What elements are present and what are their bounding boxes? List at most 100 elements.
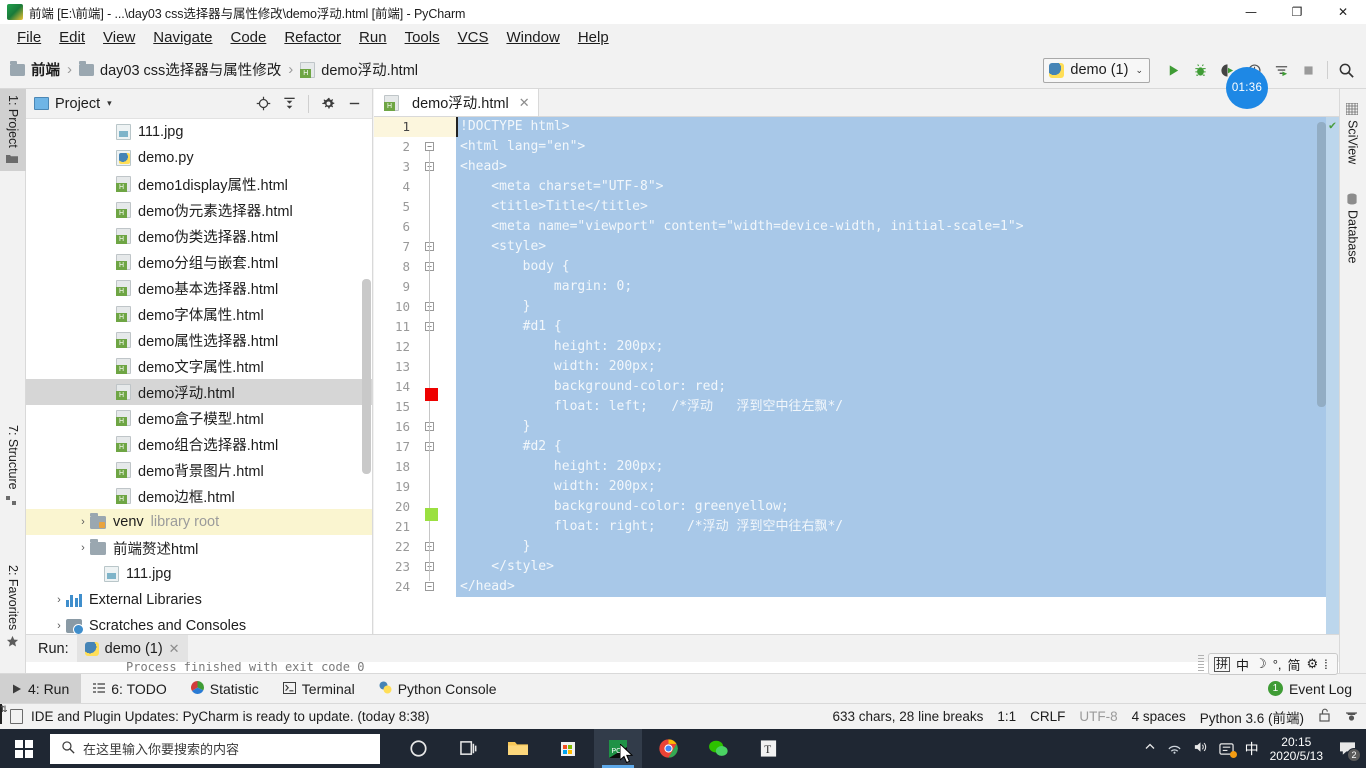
caret-position[interactable]: 1:1 (997, 709, 1016, 724)
notification-icon[interactable] (10, 709, 23, 724)
volume-icon[interactable] (1193, 740, 1208, 757)
ime-pinyin-icon[interactable]: 拼 (1214, 656, 1231, 672)
list-item[interactable]: › 前端赘述html (26, 535, 372, 561)
fold-marker[interactable]: − (425, 582, 434, 591)
chevron-down-icon[interactable]: ▾ (107, 98, 112, 109)
menu-run[interactable]: Run (350, 27, 396, 48)
run-button[interactable] (1160, 56, 1187, 84)
code-line[interactable]: float: right; /*浮动 浮到空中往右飘*/ (460, 517, 1339, 537)
hide-panel-icon[interactable] (342, 92, 366, 116)
list-item[interactable]: demo伪类选择器.html (26, 223, 372, 249)
start-button[interactable] (0, 729, 48, 768)
ime-moon-icon[interactable]: ☽ (1255, 656, 1267, 672)
menu-refactor[interactable]: Refactor (275, 27, 350, 48)
chevron-right-icon[interactable]: › (52, 620, 66, 632)
code-line[interactable]: !DOCTYPE html> (460, 117, 1339, 137)
list-item[interactable]: demo背景图片.html (26, 457, 372, 483)
code-line[interactable]: height: 200px; (460, 337, 1339, 357)
code-line[interactable]: height: 200px; (460, 457, 1339, 477)
unlock-icon[interactable] (1318, 708, 1331, 725)
python-interpreter[interactable]: Python 3.6 (前端) ⇅ (0, 704, 1304, 727)
tool-button-statistic[interactable]: Statistic (179, 674, 271, 704)
hector-icon[interactable] (1345, 708, 1358, 725)
code-line[interactable]: <head> (460, 157, 1339, 177)
sidebar-item-database[interactable]: Database (1339, 187, 1366, 270)
line-separator[interactable]: CRLF ⇅ (0, 704, 1065, 724)
fold-marker[interactable]: − (425, 142, 434, 151)
code-lines[interactable]: !DOCTYPE html> <html lang="en"> <head> <… (456, 117, 1339, 597)
chrome-icon[interactable] (644, 729, 692, 768)
collapse-all-icon[interactable] (277, 92, 301, 116)
taskbar-clock[interactable]: 20:15 2020/5/13 (1270, 735, 1323, 763)
sidebar-item-project[interactable]: 1: Project (0, 89, 26, 171)
breadcrumb-item-file[interactable]: demo浮动.html (300, 59, 418, 80)
code-line[interactable]: background-color: red; (460, 377, 1339, 397)
close-button[interactable]: ✕ (1320, 0, 1366, 24)
list-item[interactable]: demo基本选择器.html (26, 275, 372, 301)
list-item[interactable]: demo分组与嵌套.html (26, 249, 372, 275)
ime-language-indicator[interactable]: 中 (1245, 739, 1259, 759)
tool-button-python-console[interactable]: Python Console (367, 674, 509, 704)
minimize-button[interactable]: — (1228, 0, 1274, 24)
menu-vcs[interactable]: VCS (449, 27, 498, 48)
list-item-selected[interactable]: demo浮动.html (26, 379, 372, 405)
code-line[interactable]: width: 200px; (460, 477, 1339, 497)
menu-file[interactable]: File (8, 27, 50, 48)
task-view-icon[interactable] (444, 729, 492, 768)
code-line[interactable]: } (460, 417, 1339, 437)
typora-icon[interactable]: T (744, 729, 792, 768)
cortana-icon[interactable] (394, 729, 442, 768)
window-controls[interactable]: — ❐ ✕ (1228, 0, 1366, 24)
wechat-icon[interactable] (694, 729, 742, 768)
list-item[interactable]: demo.py (26, 145, 372, 171)
menu-edit[interactable]: Edit (50, 27, 94, 48)
menu-navigate[interactable]: Navigate (144, 27, 221, 48)
list-item-external-libraries[interactable]: › External Libraries (26, 587, 372, 613)
editor-gutter[interactable]: 1 2 3 4 5 6 7 8 9 10 11 12 13 14 15 16 1… (374, 117, 456, 634)
tool-button-todo[interactable]: 6: TODO (81, 674, 179, 704)
code-line[interactable]: } (460, 297, 1339, 317)
code-line[interactable]: body { (460, 257, 1339, 277)
menu-tools[interactable]: Tools (396, 27, 449, 48)
code-line[interactable]: <meta name="viewport" content="width=dev… (460, 217, 1339, 237)
input-method-icon[interactable] (1218, 742, 1237, 758)
debug-button[interactable] (1187, 56, 1214, 84)
tool-button-terminal[interactable]: Terminal (271, 674, 367, 704)
list-item[interactable]: demo盒子模型.html (26, 405, 372, 431)
breadcrumb-item-project[interactable]: 前端 (10, 59, 60, 80)
code-line[interactable]: <style> (460, 237, 1339, 257)
menu-help[interactable]: Help (569, 27, 618, 48)
code-line[interactable]: float: left; /*浮动 浮到空中往左飘*/ (460, 397, 1339, 417)
list-item-scratches[interactable]: › Scratches and Consoles (26, 613, 372, 634)
indent-setting[interactable]: 4 spaces ⇅ (0, 704, 1186, 724)
code-editor[interactable]: !DOCTYPE html> <html lang="en"> <head> <… (456, 117, 1339, 634)
chevron-right-icon[interactable]: › (76, 542, 90, 554)
event-log-button[interactable]: 1 Event Log (1267, 681, 1366, 697)
sidebar-item-sciview[interactable]: SciView (1339, 97, 1366, 170)
code-line[interactable]: margin: 0; (460, 277, 1339, 297)
code-line[interactable]: } (460, 537, 1339, 557)
ime-settings-gear-icon[interactable]: ⚙ (1307, 656, 1319, 672)
breadcrumb-item-folder[interactable]: day03 css选择器与属性修改 (79, 59, 281, 80)
editor-tab-demo-float[interactable]: demo浮动.html ✕ (374, 89, 539, 116)
network-icon[interactable] (1167, 741, 1182, 757)
ime-punctuation-icon[interactable]: °, (1273, 657, 1282, 672)
code-line[interactable]: background-color: greenyellow; (460, 497, 1339, 517)
list-item[interactable]: demo组合选择器.html (26, 431, 372, 457)
microsoft-store-icon[interactable] (544, 729, 592, 768)
tool-button-run[interactable]: 4: Run (0, 673, 82, 704)
code-line[interactable]: width: 200px; (460, 357, 1339, 377)
menu-code[interactable]: Code (221, 27, 275, 48)
list-item[interactable]: 111.jpg (26, 119, 372, 145)
chevron-right-icon[interactable]: › (76, 516, 90, 528)
code-line[interactable]: <html lang="en"> (460, 137, 1339, 157)
code-line[interactable]: <title>Title</title> (460, 197, 1339, 217)
file-explorer-icon[interactable] (494, 729, 542, 768)
menu-view[interactable]: View (94, 27, 144, 48)
status-message[interactable]: IDE and Plugin Updates: PyCharm is ready… (31, 709, 429, 724)
list-item[interactable]: demo字体属性.html (26, 301, 372, 327)
list-item[interactable]: demo边框.html (26, 483, 372, 509)
ime-drag-handle[interactable] (1198, 655, 1204, 673)
list-item[interactable]: 111.jpg (26, 561, 372, 587)
code-line[interactable]: <meta charset="UTF-8"> (460, 177, 1339, 197)
